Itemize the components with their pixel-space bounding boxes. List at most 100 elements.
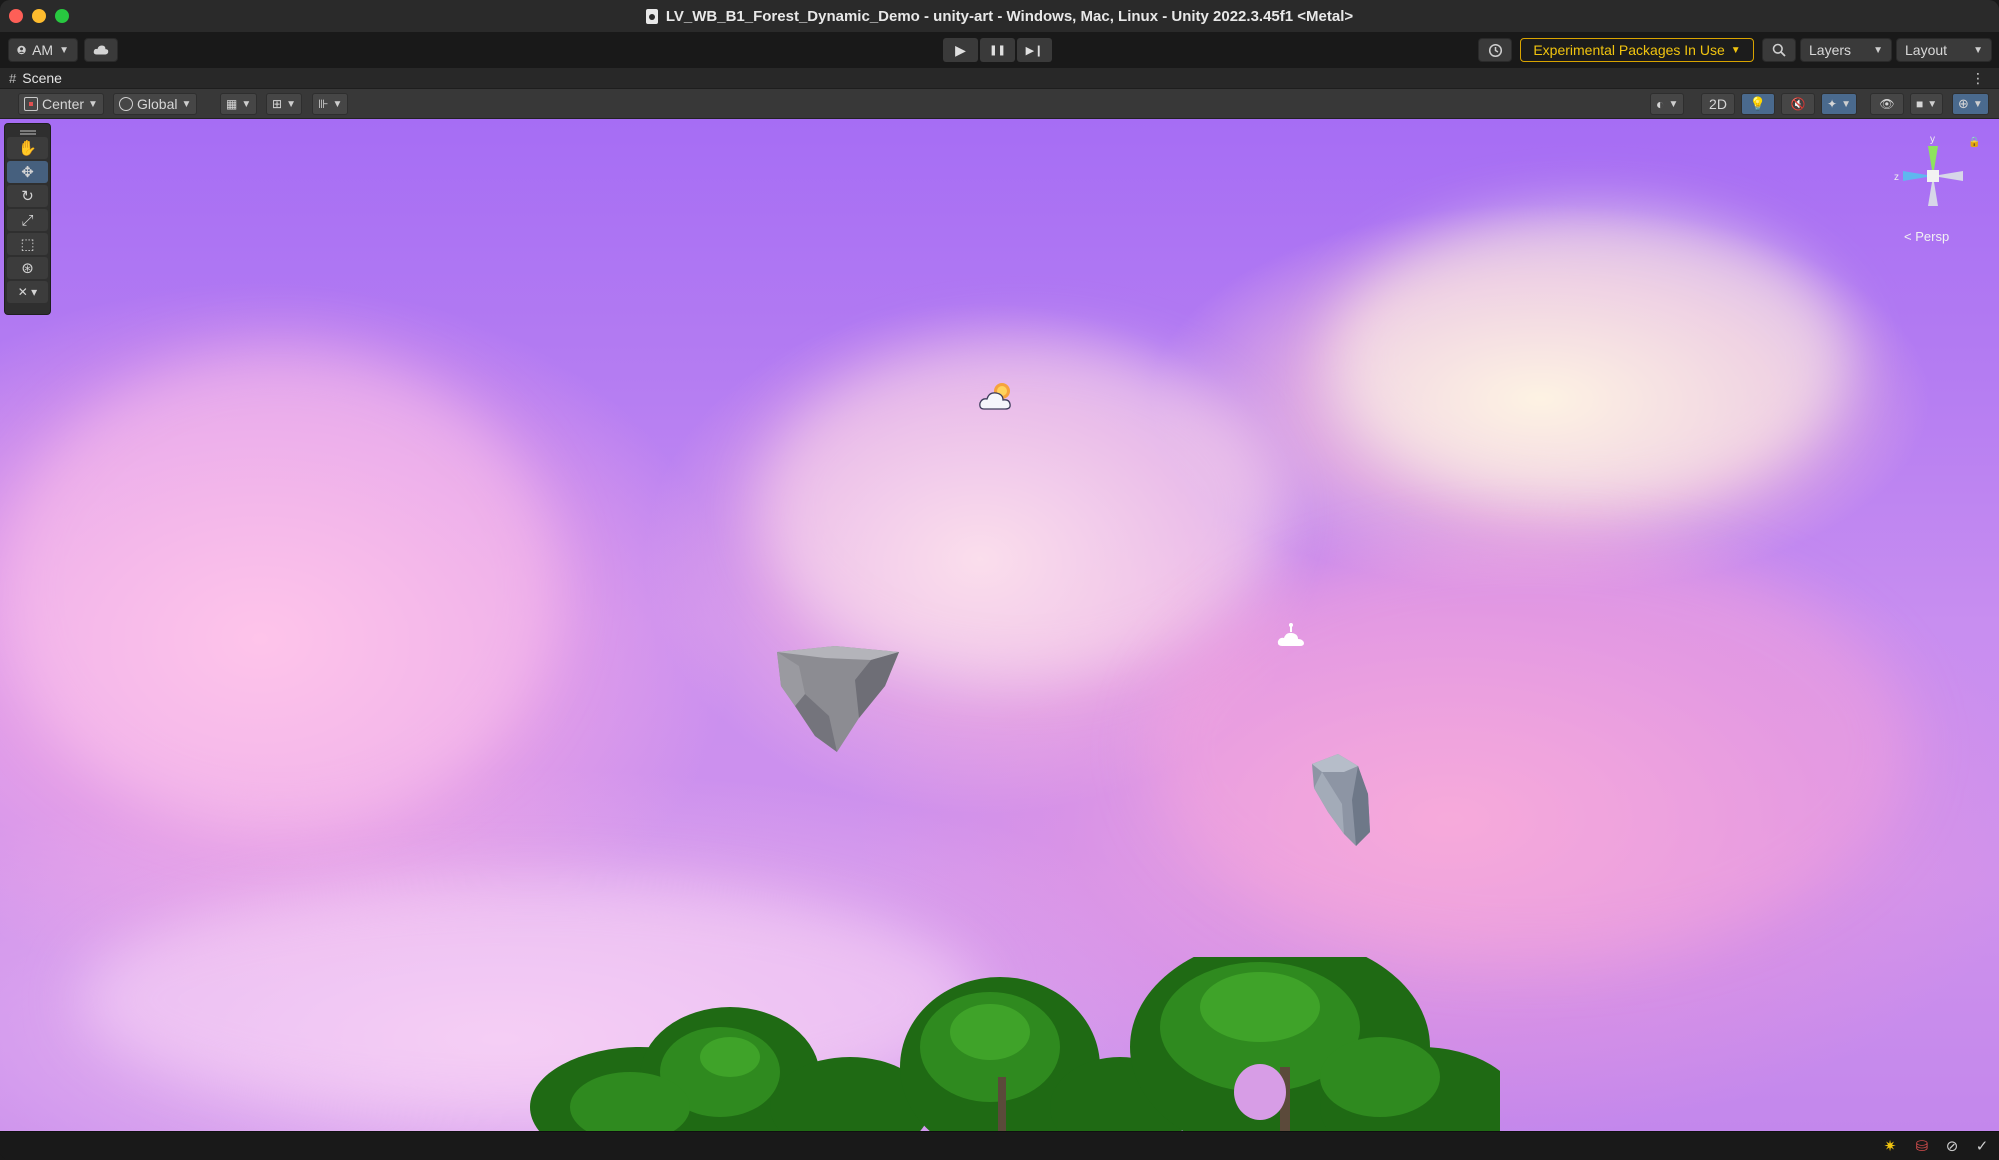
minimize-window-button[interactable] [32,9,46,23]
history-icon [1488,43,1502,57]
gizmo-center[interactable] [1927,170,1939,182]
account-dropdown[interactable]: AM ▼ [8,38,78,62]
chevron-down-icon: ▼ [1841,98,1851,110]
increment-snap-icon: ⊪ [318,97,329,111]
lighting-status-icon[interactable]: ✷ [1882,1138,1898,1155]
play-button[interactable]: ▶ [943,38,978,62]
tab-scene[interactable]: # Scene [9,70,62,86]
cloud-highlight [760,339,1280,679]
custom-tool-button[interactable]: ✕ ▾ [7,281,48,303]
undo-history-button[interactable] [1478,38,1512,62]
progress-status-icon[interactable]: ✓ [1974,1138,1990,1155]
audio-toggle[interactable]: 🔇 [1781,93,1815,115]
rect-tool-button[interactable]: ⬚ [7,233,48,255]
effects-dropdown[interactable]: ✦ ▼ [1821,93,1857,115]
effects-icon: ✦ [1827,97,1838,111]
step-icon: ▶❙ [1025,44,1044,57]
pause-button[interactable]: ❚❚ [980,38,1015,62]
move-tool-button[interactable]: ✥ [7,161,48,183]
experimental-packages-label: Experimental Packages In Use [1533,42,1725,58]
rect-tool-icon: ⬚ [20,236,35,253]
palette-grip-icon[interactable] [19,130,36,132]
scale-tool-button[interactable]: ⤢ [7,209,48,231]
2d-mode-toggle[interactable]: 2D [1701,93,1735,115]
chevron-down-icon: ▼ [59,44,69,56]
window-controls [9,9,69,23]
unity-editor-window: LV_WB_B1_Forest_Dynamic_Demo - unity-art… [0,0,1999,1160]
hand-tool-button[interactable]: ✋ [7,137,48,159]
account-icon [17,45,26,55]
scale-tool-icon: ⤢ [21,211,34,229]
window-title-group: LV_WB_B1_Forest_Dynamic_Demo - unity-art… [645,7,1354,25]
close-window-button[interactable] [9,9,23,23]
cloud-services-button[interactable] [84,38,118,62]
forest-canopy[interactable] [520,957,1500,1131]
draw-mode-dropdown[interactable]: ◐ ▼ [1650,93,1685,115]
pause-icon: ❚❚ [989,44,1006,56]
ambient-object-icon[interactable] [1276,622,1310,652]
chevron-down-icon: ▼ [241,98,252,110]
maximize-window-button[interactable] [55,9,69,23]
more-options-icon[interactable]: ⋮ [1971,70,1985,87]
visibility-icon: 👁 [1879,97,1895,111]
camera-settings-dropdown[interactable]: ■ ▼ [1910,93,1944,115]
cache-server-icon[interactable]: ⛁ [1914,1138,1930,1155]
weather-object-icon[interactable] [978,379,1018,415]
chevron-down-icon: ▼ [1927,98,1938,110]
gizmo-z-label: z [1894,172,1899,183]
grid-snapping-dropdown[interactable]: ⊞ ▼ [266,93,302,115]
chevron-down-icon: ▼ [181,98,192,110]
space-mode-dropdown[interactable]: Global ▼ [113,93,198,115]
gizmos-icon: ⊕ [1958,96,1969,111]
globe-icon [119,97,133,111]
chevron-down-icon: ▼ [286,98,296,110]
custom-tool-icon: ✕ ▾ [17,285,38,299]
chevron-down-icon: ▼ [1873,44,1883,56]
floating-rock-large[interactable] [775,646,901,756]
layout-dropdown[interactable]: Layout ▼ [1896,38,1992,62]
gizmo-y-label: y [1930,134,1935,145]
layers-label: Layers [1809,42,1852,58]
window-title: LV_WB_B1_Forest_Dynamic_Demo - unity-art… [665,7,1354,25]
pivot-mode-label: Center [42,96,85,112]
projection-toggle[interactable]: < Persp [1904,229,1949,244]
scene-visibility-toggle[interactable]: 👁 [1870,93,1904,115]
scene-tab-icon: # [9,70,17,86]
snap-grid-icon: ⊞ [272,97,283,111]
search-icon [1772,43,1786,57]
scene-viewport[interactable]: ✋ ✥ ↻ ⤢ ⬚ ⊛ ✕ ▾ y z 🔒 < Persp [0,119,1999,1131]
lock-icon[interactable]: 🔒 [1968,137,1980,148]
chevron-down-icon: ▼ [1973,44,1983,56]
camera-icon: ■ [1916,97,1924,111]
chevron-down-icon: ▼ [1730,44,1741,56]
tool-palette: ✋ ✥ ↻ ⤢ ⬚ ⊛ ✕ ▾ [4,123,51,315]
cloud-highlight [1150,539,1910,959]
experimental-packages-dropdown[interactable]: Experimental Packages In Use ▼ [1520,38,1754,62]
lighting-toggle[interactable]: 💡 [1741,93,1775,115]
rotate-tool-button[interactable]: ↻ [7,185,48,207]
transform-tool-button[interactable]: ⊛ [7,257,48,279]
space-mode-label: Global [137,96,178,112]
move-tool-icon: ✥ [21,164,34,181]
account-label: AM [32,42,54,58]
floating-rock-small[interactable] [1308,754,1374,848]
shading-mode-icon: ◐ [1656,96,1665,112]
play-icon: ▶ [955,41,966,58]
gizmos-dropdown[interactable]: ⊕ ▼ [1952,93,1989,115]
persp-arrow-icon: < [1904,229,1912,244]
audio-icon: 🔇 [1790,97,1806,111]
main-toolbar: AM ▼ ▶ ❚❚ ▶❙ Experimental Packages In Us… [0,32,1999,68]
cloud-highlight [0,349,560,829]
grid-visibility-dropdown[interactable]: ▦ ▼ [220,93,258,115]
scene-view-toolbar: Center ▼ Global ▼ ▦ ▼ ⊞ ▼ ⊪ ▼ ◐ ▼ 2D 💡 🔇… [0,89,1999,119]
pivot-mode-dropdown[interactable]: Center ▼ [18,93,104,115]
orientation-gizmo[interactable]: y z [1888,131,1978,221]
chevron-down-icon: ▼ [332,98,343,110]
search-button[interactable] [1762,38,1796,62]
step-button[interactable]: ▶❙ [1017,38,1052,62]
chevron-down-icon: ▼ [1668,98,1679,110]
increment-snapping-dropdown[interactable]: ⊪ ▼ [312,93,349,115]
layers-dropdown[interactable]: Layers ▼ [1800,38,1892,62]
playmode-controls: ▶ ❚❚ ▶❙ [943,38,1052,62]
debug-mode-icon[interactable]: ⊘ [1944,1138,1960,1155]
